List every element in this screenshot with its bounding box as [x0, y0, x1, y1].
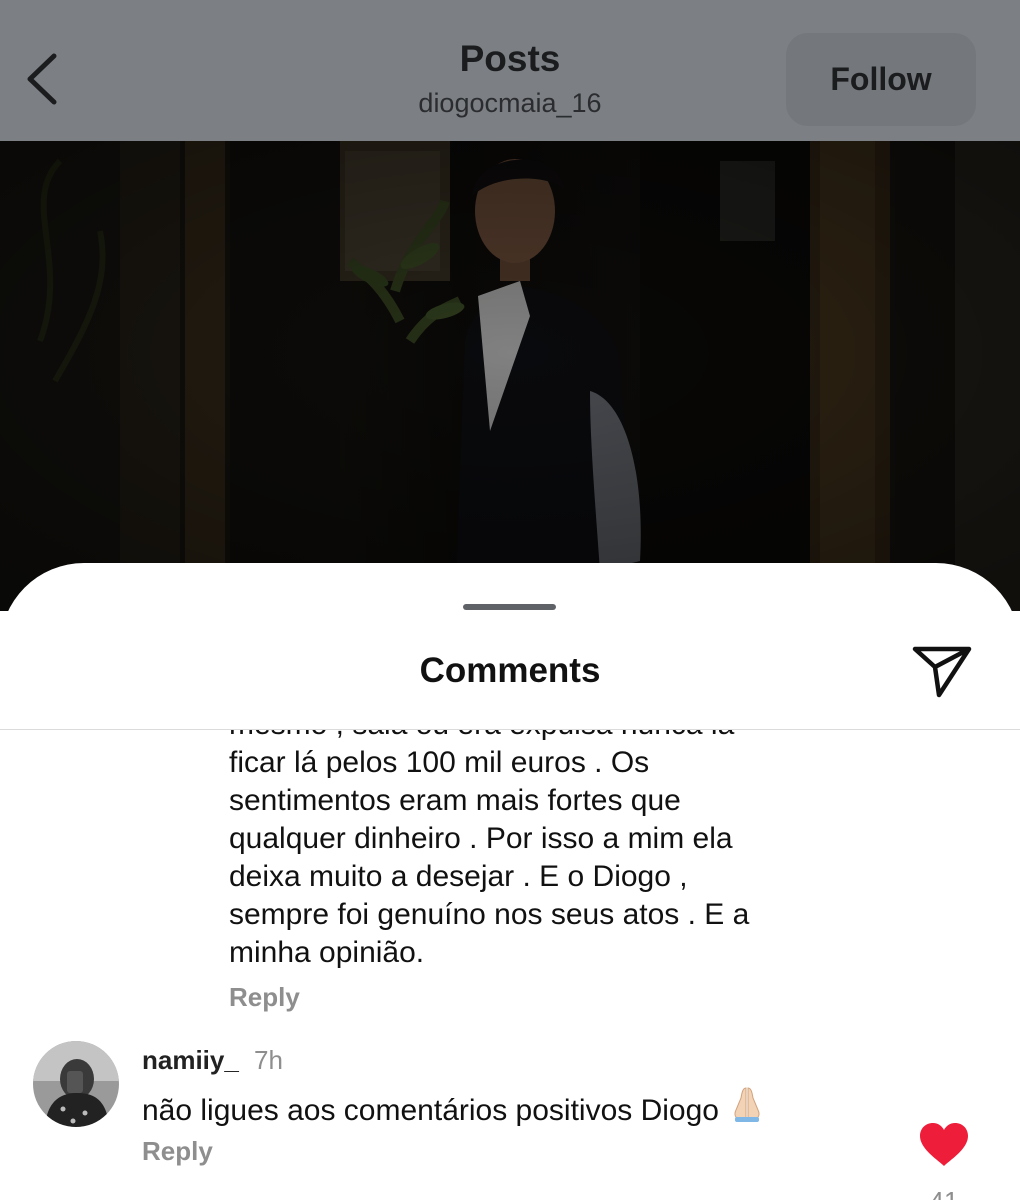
top-bar: Posts diogocmaia_16 Follow [0, 0, 1020, 141]
comment-line: minha opinião. [229, 936, 425, 969]
heart-filled-icon [920, 1123, 968, 1166]
comment-line: sentimentos eram mais fortes que [229, 784, 681, 817]
comments-title: Comments [419, 651, 601, 690]
comment-line: mesmo , saia ou era expulsa nunca ia [229, 730, 849, 744]
comment-text: não ligues aos comentários positivos Dio… [142, 1084, 767, 1128]
sheet-grabber[interactable] [463, 604, 556, 610]
comment-line: deixa muito a desejar . E o Diogo , [229, 860, 688, 893]
comment-body: não ligues aos comentários positivos Dio… [142, 1094, 719, 1127]
follow-button[interactable]: Follow [786, 33, 976, 126]
comments-list[interactable]: mesmo , saia ou era expulsa nunca ia fic… [0, 730, 1020, 1200]
comment-line: ficar lá pelos 100 mil euros . Os [229, 746, 650, 779]
praying-hands-icon [727, 1084, 767, 1124]
avatar-image [33, 1041, 119, 1127]
comments-sheet: Comments mesmo , saia ou era expulsa nun… [0, 563, 1020, 1200]
avatar[interactable] [33, 1041, 119, 1127]
share-button[interactable] [905, 639, 977, 701]
post-photo[interactable] [0, 141, 1020, 611]
like-count: 41 [910, 1186, 978, 1200]
reply-button[interactable]: Reply [142, 1136, 213, 1167]
comment-text: mesmo , saia ou era expulsa nunca ia fic… [229, 730, 849, 972]
comment-username[interactable]: namiiy_ [142, 1045, 239, 1076]
comment-time: 7h [254, 1045, 283, 1075]
comment-line: qualquer dinheiro . Por isso a mim ela [229, 822, 733, 855]
reply-button[interactable]: Reply [229, 982, 300, 1013]
post-photo-image [0, 141, 1020, 611]
comment-line: sempre foi genuíno nos seus atos . E a [229, 898, 750, 931]
send-icon [912, 646, 972, 698]
like-button[interactable] [918, 1122, 970, 1168]
